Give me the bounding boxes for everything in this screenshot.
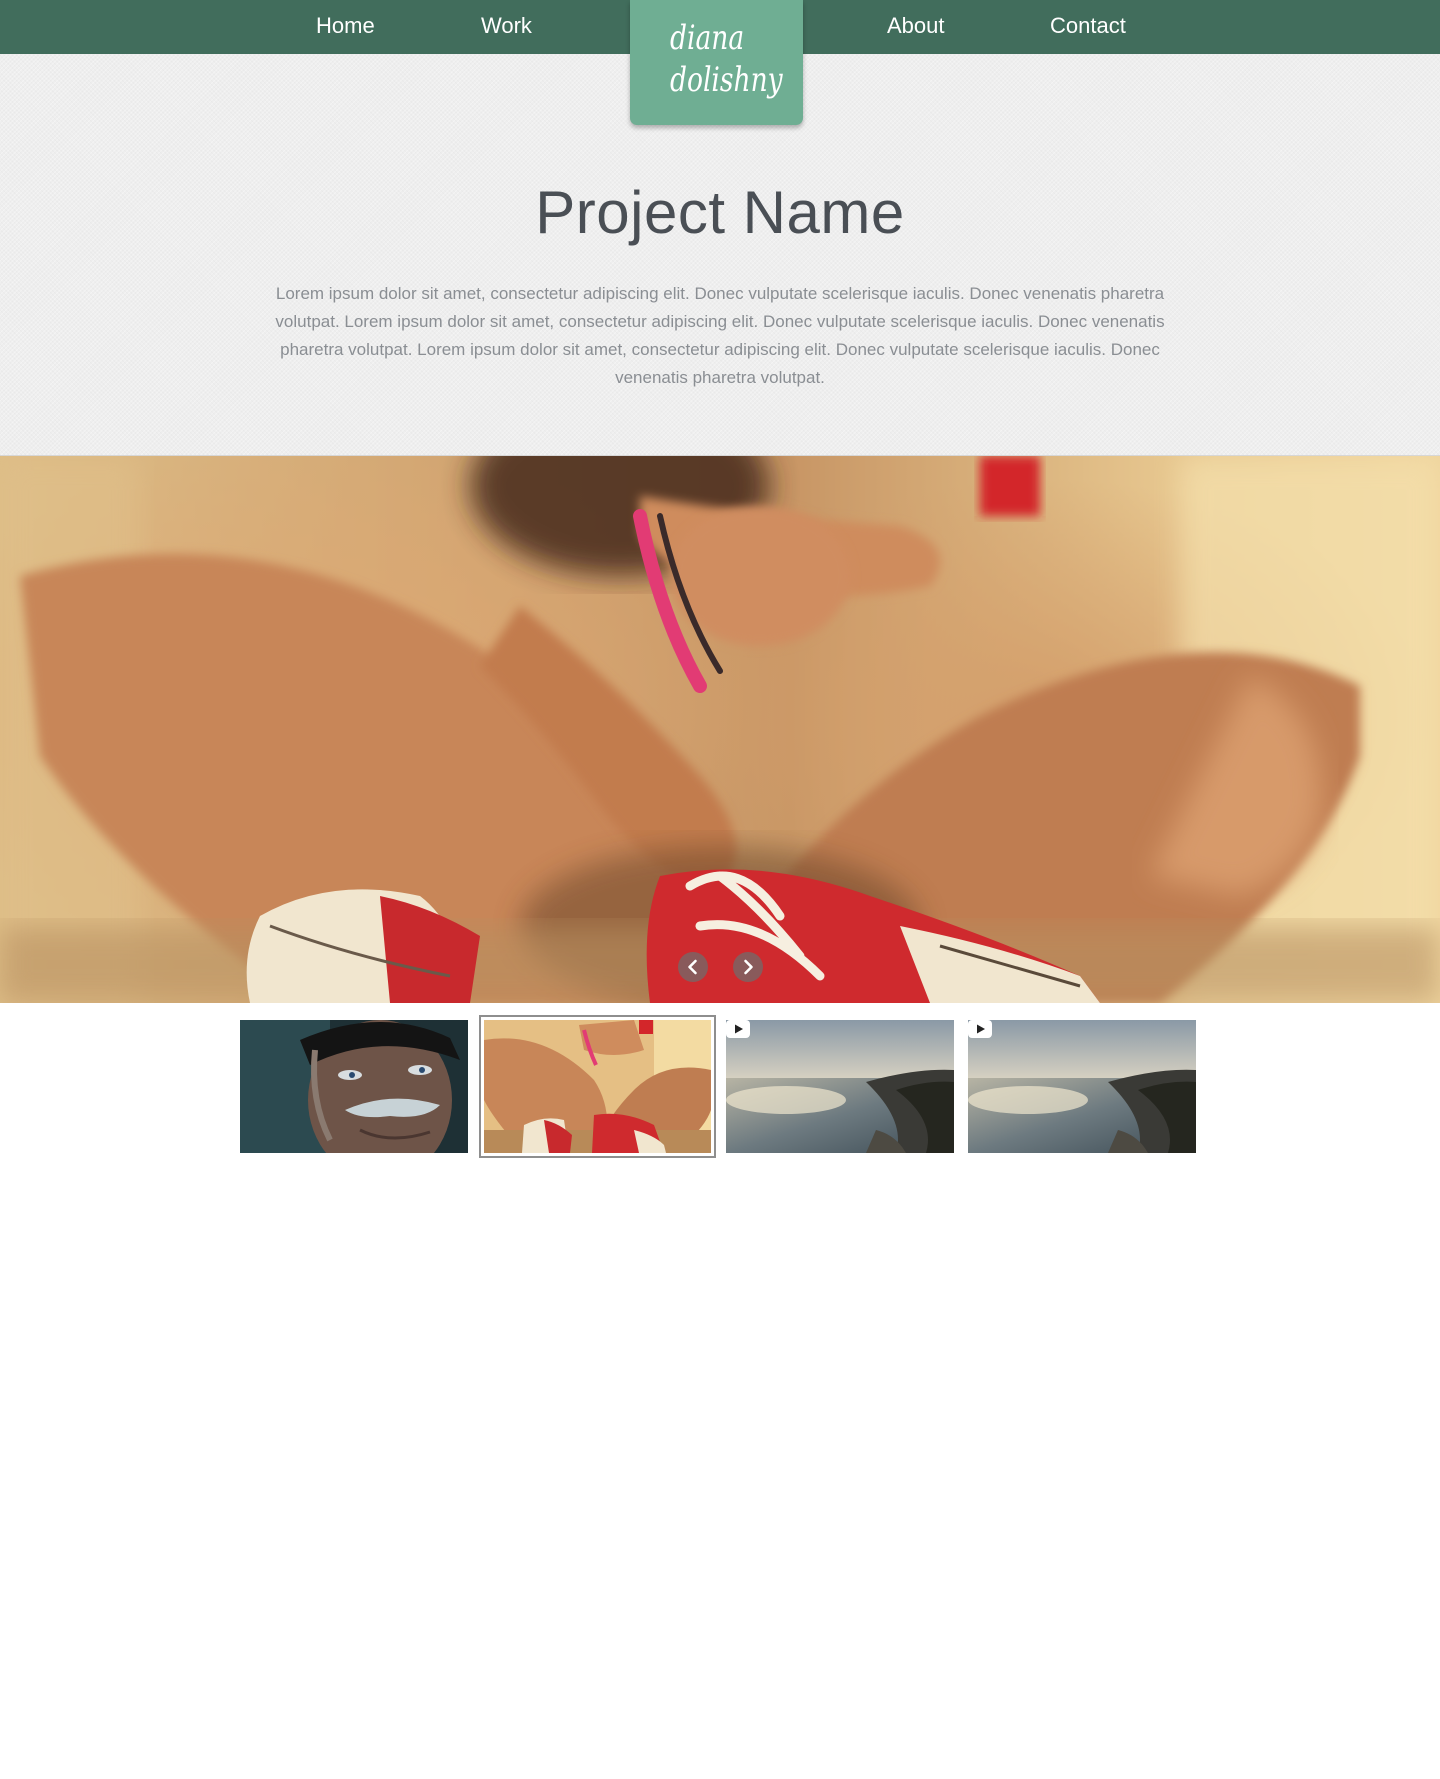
thumbnail-portrait[interactable] bbox=[240, 1020, 468, 1153]
video-play-icon bbox=[726, 1020, 750, 1038]
slider-next-button[interactable] bbox=[733, 952, 763, 982]
portrait-thumbnail-image bbox=[240, 1020, 468, 1153]
coastline-thumbnail-image bbox=[726, 1020, 954, 1153]
project-description: Lorem ipsum dolor sit amet, consectetur … bbox=[275, 284, 1165, 387]
nav-contact-link[interactable]: Contact bbox=[1050, 0, 1126, 54]
thumbnail-sneakers-selected[interactable] bbox=[479, 1015, 716, 1158]
sneakers-thumbnail-image bbox=[484, 1020, 711, 1153]
nav-about-link[interactable]: About bbox=[887, 0, 945, 54]
chevron-right-icon bbox=[744, 959, 753, 975]
main-slide-image bbox=[0, 456, 1440, 1003]
logo-text-first-name: diana bbox=[670, 18, 745, 58]
site-logo[interactable]: diana dolishny bbox=[630, 0, 803, 125]
logo-text-last-name: dolishny bbox=[670, 60, 783, 100]
thumbnail-sneakers-frame bbox=[484, 1020, 711, 1153]
thumbnail-coastline-video-1[interactable] bbox=[726, 1020, 954, 1153]
slider-prev-button[interactable] bbox=[678, 952, 708, 982]
video-play-icon bbox=[968, 1020, 992, 1038]
sneakers-photo bbox=[0, 456, 1440, 1003]
coastline-thumbnail-image bbox=[968, 1020, 1196, 1153]
nav-work-link[interactable]: Work bbox=[481, 0, 532, 54]
page-title: Project Name bbox=[535, 179, 905, 246]
thumbnail-coastline-video-2[interactable] bbox=[968, 1020, 1196, 1153]
nav-home-link[interactable]: Home bbox=[316, 0, 375, 54]
chevron-left-icon bbox=[688, 959, 697, 975]
